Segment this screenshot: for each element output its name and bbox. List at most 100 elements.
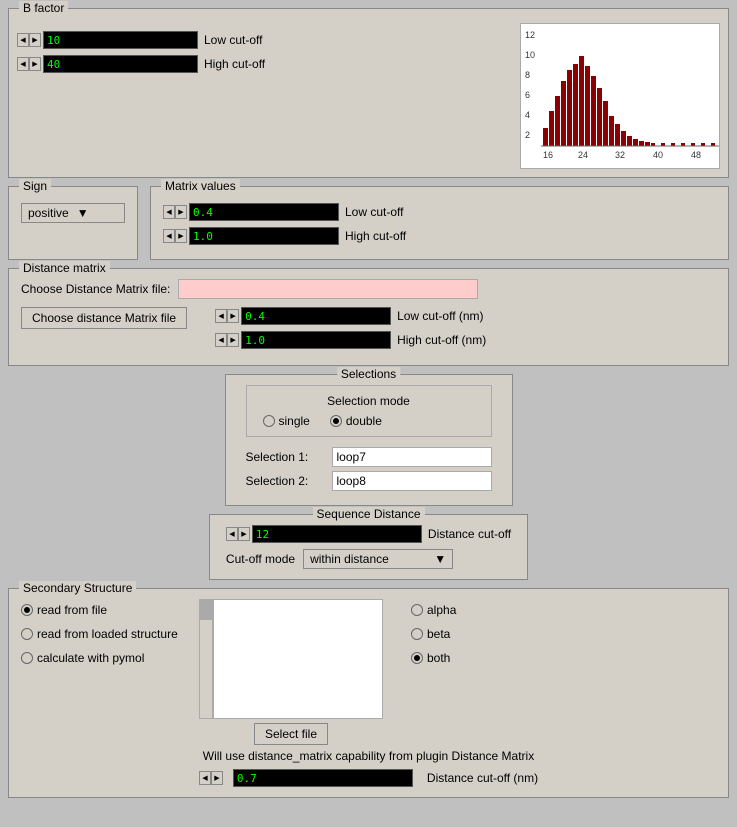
seq-dist-cutoff-label: Distance cut-off: [428, 527, 511, 541]
sign-value: positive: [28, 206, 69, 220]
radio-calc-pymol-label: calculate with pymol: [37, 651, 144, 665]
distance-matrix-group: Distance matrix Choose Distance Matrix f…: [8, 268, 729, 366]
dist-low-input[interactable]: [241, 307, 391, 325]
seq-dist-stepper[interactable]: ◀ ▶: [226, 527, 250, 541]
bfactor-chart: 12 10 8 6 4 2: [520, 23, 720, 169]
bottom-dist-inc[interactable]: ▶: [211, 771, 223, 785]
bfactor-low-dec[interactable]: ◀: [17, 33, 29, 47]
matrix-high-inc[interactable]: ▶: [175, 229, 187, 243]
bfactor-low-stepper[interactable]: ◀ ▶: [17, 33, 41, 47]
radio-alpha-circle: [411, 604, 423, 616]
plugin-text-label: Will use distance_matrix capability from…: [203, 749, 534, 763]
dist-low-row: ◀ ▶ Low cut-off (nm): [215, 307, 486, 325]
seq-dist-dec[interactable]: ◀: [226, 527, 238, 541]
file-choose-label: Choose Distance Matrix file:: [21, 282, 170, 296]
radio-both[interactable]: both: [411, 651, 456, 665]
file-choose-row: Choose Distance Matrix file:: [21, 279, 716, 299]
selection1-label: Selection 1:: [246, 450, 326, 464]
dist-high-stepper[interactable]: ◀ ▶: [215, 333, 239, 347]
bfactor-high-inc[interactable]: ▶: [29, 57, 41, 71]
sec-struct-legend: Secondary Structure: [19, 581, 136, 595]
selections-outer: Selections Selection mode single double …: [8, 374, 729, 506]
sign-dropdown-arrow: ▼: [77, 206, 89, 220]
dist-low-dec[interactable]: ◀: [215, 309, 227, 323]
bfactor-low-inc[interactable]: ▶: [29, 33, 41, 47]
matrix-low-input[interactable]: [189, 203, 339, 221]
svg-text:24: 24: [578, 150, 588, 160]
seq-dist-input-row: ◀ ▶ Distance cut-off: [226, 525, 511, 543]
svg-text:12: 12: [525, 30, 535, 40]
radio-alpha[interactable]: alpha: [411, 603, 456, 617]
selections-group: Selections Selection mode single double …: [225, 374, 513, 506]
selection1-input[interactable]: [332, 447, 492, 467]
radio-single[interactable]: single: [263, 414, 310, 428]
selection2-input[interactable]: [332, 471, 492, 491]
choose-matrix-btn[interactable]: Choose distance Matrix file: [21, 307, 187, 329]
radio-calc-pymol[interactable]: calculate with pymol: [21, 651, 191, 665]
svg-text:8: 8: [525, 70, 530, 80]
dist-low-stepper[interactable]: ◀ ▶: [215, 309, 239, 323]
dist-high-dec[interactable]: ◀: [215, 333, 227, 347]
selections-legend: Selections: [337, 367, 400, 381]
bfactor-high-dec[interactable]: ◀: [17, 57, 29, 71]
dist-high-input[interactable]: [241, 331, 391, 349]
sec-struct-middle: Select file: [199, 599, 383, 745]
seq-dist-input[interactable]: [252, 525, 422, 543]
sec-struct-left: read from file read from loaded structur…: [21, 599, 191, 665]
matrix-high-dec[interactable]: ◀: [163, 229, 175, 243]
radio-read-loaded[interactable]: read from loaded structure: [21, 627, 191, 641]
sign-group: Sign positive ▼: [8, 186, 138, 260]
bottom-dist-label: Distance cut-off (nm): [427, 771, 538, 785]
bottom-dist-dec[interactable]: ◀: [199, 771, 211, 785]
matrix-low-inc[interactable]: ▶: [175, 205, 187, 219]
matrix-low-label: Low cut-off: [345, 205, 403, 219]
radio-read-loaded-label: read from loaded structure: [37, 627, 178, 641]
selection2-label: Selection 2:: [246, 474, 326, 488]
selection1-row: Selection 1:: [246, 447, 492, 467]
radio-read-loaded-circle: [21, 628, 33, 640]
radio-single-circle: [263, 415, 275, 427]
bfactor-high-label: High cut-off: [204, 57, 265, 71]
bfactor-low-label: Low cut-off: [204, 33, 262, 47]
radio-read-file[interactable]: read from file: [21, 603, 191, 617]
radio-double[interactable]: double: [330, 414, 382, 428]
svg-text:4: 4: [525, 110, 530, 120]
radio-calc-pymol-circle: [21, 652, 33, 664]
matrix-high-input[interactable]: [189, 227, 339, 245]
svg-text:6: 6: [525, 90, 530, 100]
select-file-btn[interactable]: Select file: [254, 723, 328, 745]
sec-struct-inner: read from file read from loaded structur…: [21, 599, 716, 745]
plugin-text: Will use distance_matrix capability from…: [21, 749, 716, 763]
bfactor-low-input[interactable]: [43, 31, 198, 49]
bfactor-high-stepper[interactable]: ◀ ▶: [17, 57, 41, 71]
radio-beta[interactable]: beta: [411, 627, 456, 641]
sign-legend: Sign: [19, 179, 51, 193]
radio-double-circle: [330, 415, 342, 427]
matrix-values-legend: Matrix values: [161, 179, 240, 193]
matrix-low-stepper[interactable]: ◀ ▶: [163, 205, 187, 219]
seq-dist-inc[interactable]: ▶: [238, 527, 250, 541]
bottom-dist-input[interactable]: [233, 769, 413, 787]
bottom-dist-stepper[interactable]: ◀ ▶: [199, 771, 223, 785]
seq-dist-legend: Sequence Distance: [312, 507, 424, 521]
radio-double-label: double: [346, 414, 382, 428]
dist-low-inc[interactable]: ▶: [227, 309, 239, 323]
radio-beta-circle: [411, 628, 423, 640]
file-input[interactable]: [178, 279, 478, 299]
dist-low-label: Low cut-off (nm): [397, 309, 483, 323]
svg-text:16: 16: [543, 150, 553, 160]
selection2-row: Selection 2:: [246, 471, 492, 491]
matrix-high-stepper[interactable]: ◀ ▶: [163, 229, 187, 243]
cutoff-mode-row: Cut-off mode within distance ▼: [226, 549, 511, 569]
matrix-low-dec[interactable]: ◀: [163, 205, 175, 219]
bfactor-group: B factor ◀ ▶ Low cut-off ◀ ▶ High cut-of…: [8, 8, 729, 178]
bfactor-high-input[interactable]: [43, 55, 198, 73]
dist-high-label: High cut-off (nm): [397, 333, 486, 347]
sec-struct-scrollbar[interactable]: [199, 599, 213, 719]
dist-high-inc[interactable]: ▶: [227, 333, 239, 347]
cutoff-mode-dropdown[interactable]: within distance ▼: [303, 549, 453, 569]
sign-select[interactable]: positive ▼: [21, 203, 125, 223]
svg-text:48: 48: [691, 150, 701, 160]
bfactor-chart-svg: 12 10 8 6 4 2: [523, 26, 719, 166]
matrix-values-group: Matrix values ◀ ▶ Low cut-off ◀ ▶ High c…: [150, 186, 729, 260]
